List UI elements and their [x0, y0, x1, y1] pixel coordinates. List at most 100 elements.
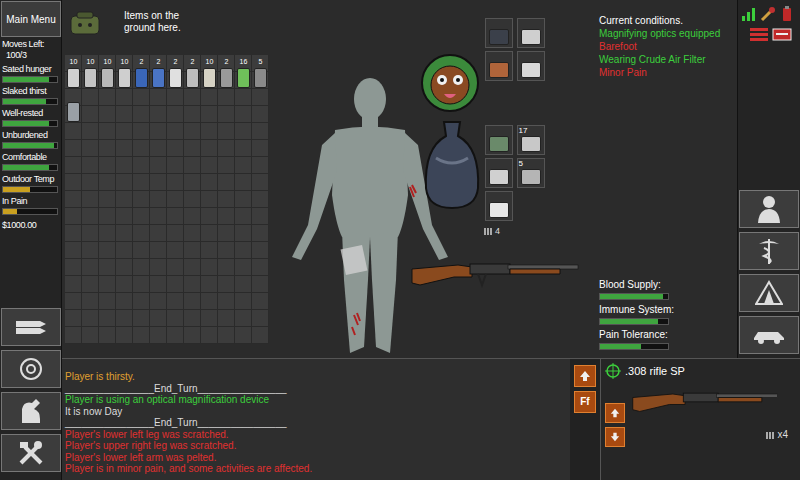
equipment-item[interactable] [517, 51, 545, 81]
grid-cell[interactable] [218, 242, 235, 259]
grid-cell[interactable] [116, 140, 133, 157]
grid-cell[interactable] [99, 327, 116, 344]
grid-cell[interactable] [201, 140, 218, 157]
grid-cell[interactable] [201, 276, 218, 293]
grid-cell[interactable] [82, 89, 99, 106]
equipment-slot[interactable] [485, 18, 545, 81]
grid-cell[interactable] [99, 259, 116, 276]
grid-cell[interactable] [82, 225, 99, 242]
grid-cell[interactable] [252, 327, 269, 344]
weapon-down-button[interactable] [605, 427, 625, 447]
grid-cell[interactable] [133, 259, 150, 276]
grid-cell[interactable] [133, 106, 150, 123]
ground-item[interactable]: 5 [252, 57, 269, 91]
grid-cell[interactable] [235, 208, 252, 225]
grid-cell[interactable] [184, 89, 201, 106]
grid-cell[interactable] [99, 106, 116, 123]
grid-cell[interactable] [235, 106, 252, 123]
grid-cell[interactable] [252, 242, 269, 259]
grid-cell[interactable] [65, 157, 82, 174]
grid-cell[interactable] [167, 208, 184, 225]
grid-cell[interactable] [65, 242, 82, 259]
grid-cell[interactable] [150, 157, 167, 174]
grid-cell[interactable] [201, 225, 218, 242]
grid-cell[interactable] [218, 327, 235, 344]
equipment-item[interactable] [485, 158, 513, 188]
grid-cell[interactable] [99, 191, 116, 208]
fire-mode-button[interactable]: Ff [574, 391, 596, 413]
grid-cell[interactable] [82, 259, 99, 276]
grid-cell[interactable] [167, 310, 184, 327]
grid-cell[interactable] [201, 191, 218, 208]
grid-cell[interactable] [252, 259, 269, 276]
grid-cell[interactable] [99, 242, 116, 259]
grid-cell[interactable] [99, 174, 116, 191]
grid-cell[interactable] [65, 310, 82, 327]
grid-cell[interactable] [99, 157, 116, 174]
grid-cell[interactable] [116, 123, 133, 140]
grid-cell[interactable] [218, 89, 235, 106]
grid-cell[interactable] [201, 106, 218, 123]
grid-cell[interactable] [99, 208, 116, 225]
equipment-item[interactable]: 17 [517, 125, 545, 155]
backpack-icon[interactable] [420, 118, 484, 212]
grid-cell[interactable] [167, 89, 184, 106]
list-icon[interactable] [749, 26, 769, 42]
backpack-contents[interactable]: 175 [485, 125, 545, 221]
grid-cell[interactable] [201, 310, 218, 327]
grid-cell[interactable] [218, 157, 235, 174]
grid-cell[interactable] [116, 293, 133, 310]
main-menu-button[interactable]: Main Menu [1, 1, 61, 37]
grid-cell[interactable] [116, 225, 133, 242]
grid-cell[interactable] [184, 123, 201, 140]
grid-cell[interactable] [82, 327, 99, 344]
grid-cell[interactable] [235, 157, 252, 174]
scroll-up-button[interactable] [574, 365, 596, 387]
ammo-slot[interactable]: 4 [483, 226, 500, 236]
grid-cell[interactable] [65, 259, 82, 276]
grid-cell[interactable] [184, 106, 201, 123]
grid-cell[interactable] [99, 123, 116, 140]
grid-cell[interactable] [201, 208, 218, 225]
grid-cell[interactable] [218, 310, 235, 327]
weapon-up-button[interactable] [605, 403, 625, 423]
grid-cell[interactable] [252, 208, 269, 225]
grid-cell[interactable] [150, 123, 167, 140]
grid-cell[interactable] [65, 208, 82, 225]
equipment-item[interactable] [485, 51, 513, 81]
grid-cell[interactable] [235, 276, 252, 293]
grid-cell[interactable] [116, 208, 133, 225]
grid-cell[interactable] [184, 310, 201, 327]
grid-cell[interactable] [150, 327, 167, 344]
grid-cell[interactable] [218, 276, 235, 293]
grid-cell[interactable] [65, 191, 82, 208]
grid-cell[interactable] [150, 293, 167, 310]
grid-cell[interactable] [167, 157, 184, 174]
grid-cell[interactable] [201, 327, 218, 344]
grid-cell[interactable] [252, 225, 269, 242]
equipment-item[interactable] [517, 18, 545, 48]
equipment-item[interactable]: 5 [517, 158, 545, 188]
grid-cell[interactable] [99, 89, 116, 106]
grid-cell[interactable] [218, 225, 235, 242]
tool-icon[interactable] [760, 6, 776, 22]
grid-cell[interactable] [235, 174, 252, 191]
grid-cell[interactable] [252, 89, 269, 106]
grid-cell[interactable] [184, 276, 201, 293]
grid-cell[interactable] [201, 123, 218, 140]
grid-cell[interactable] [167, 293, 184, 310]
grid-cell[interactable] [235, 327, 252, 344]
grid-cell[interactable] [150, 89, 167, 106]
grid-cell[interactable] [82, 208, 99, 225]
grid-cell[interactable] [82, 140, 99, 157]
ground-item[interactable] [65, 91, 82, 125]
signal-icon[interactable] [741, 6, 757, 22]
ground-grid[interactable]: 101010102222102165 [65, 55, 269, 344]
grid-cell[interactable] [150, 310, 167, 327]
grid-cell[interactable] [82, 310, 99, 327]
ground-item[interactable]: 10 [99, 57, 116, 91]
grid-cell[interactable] [167, 276, 184, 293]
grid-cell[interactable] [99, 225, 116, 242]
grid-cell[interactable] [150, 242, 167, 259]
grid-cell[interactable] [150, 259, 167, 276]
